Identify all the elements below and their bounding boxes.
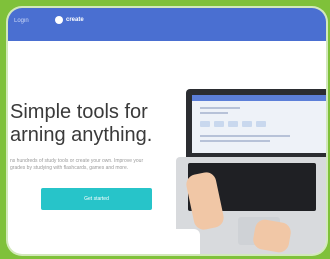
right-hand <box>251 218 293 254</box>
screen-text-line <box>200 112 228 114</box>
browser-frame: Login create Simple tools for arning any… <box>8 8 326 254</box>
get-started-button[interactable]: Get started <box>41 188 152 210</box>
screen-tile <box>256 121 266 127</box>
screen-tile <box>200 121 210 127</box>
brand-name: create <box>66 17 84 23</box>
brand-logo[interactable]: create <box>55 16 84 24</box>
screen-text-line <box>200 135 290 137</box>
logo-icon <box>55 16 63 24</box>
headline-line-1: Simple tools for <box>10 101 148 123</box>
subtext-line-2: grades by studying with flashcards, game… <box>10 165 129 171</box>
screen-header-bar <box>192 95 326 101</box>
laptop-image <box>170 81 326 254</box>
top-nav-bar: Login create <box>8 8 326 41</box>
subtext-line-1: ns hundreds of study tools or create you… <box>10 158 144 164</box>
nav-login-link[interactable]: Login <box>14 18 29 24</box>
headline-line-2: arning anything. <box>10 124 153 146</box>
screen-tile <box>228 121 238 127</box>
screen-tile <box>242 121 252 127</box>
left-sleeve <box>170 229 200 254</box>
laptop-screen <box>186 89 326 157</box>
screen-content <box>192 95 326 153</box>
hero-headline: Simple tools for arning anything. <box>8 101 200 147</box>
hero-subtext: ns hundreds of study tools or create you… <box>10 158 160 172</box>
screen-text-line <box>200 107 240 109</box>
screen-text-line <box>200 140 270 142</box>
screen-tile <box>214 121 224 127</box>
